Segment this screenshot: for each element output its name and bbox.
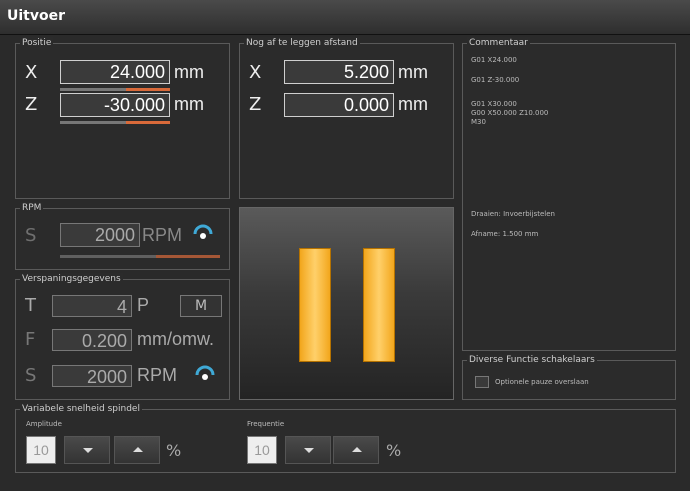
amplitude-unit: % — [166, 441, 182, 460]
comment-info: Draaien: Invoerbijstelen — [471, 210, 555, 218]
chevron-up-icon — [133, 447, 143, 452]
spindle-gauge-icon — [193, 224, 213, 239]
position-x-value: 24.000 — [60, 60, 170, 84]
position-x-axis: X — [25, 62, 38, 83]
position-z-value: -30.000 — [60, 93, 170, 117]
spindle-axis: S — [25, 225, 37, 246]
skip-pause-checkbox[interactable] — [475, 376, 489, 388]
remaining-z-value: 0.000 — [284, 93, 394, 117]
output-window: Uitvoer Positie X 24.000 mm Z -30.000 mm… — [0, 0, 690, 491]
comment-panel-label: Commentaar — [467, 37, 530, 49]
m-button[interactable]: M — [180, 295, 222, 317]
chevron-down-icon — [304, 448, 314, 453]
comment-line: G00 X50.000 Z10.000 — [471, 109, 549, 117]
amplitude-increase-button[interactable] — [114, 436, 160, 464]
comment-line: G01 X30.000 — [471, 100, 517, 108]
comment-line: G01 Z-30.000 — [471, 76, 520, 84]
spindle-panel: RPM S 2000 RPM — [15, 202, 230, 270]
variable-spindle-label: Variabele snelheid spindel — [20, 403, 142, 415]
remaining-z-axis: Z — [249, 94, 262, 115]
machining-data-panel: Verspaningsgegevens T 4 P M F 0.200 mm/o… — [15, 273, 230, 400]
spindle-bar — [60, 255, 220, 258]
speed-value: 2000 — [52, 365, 132, 387]
comment-line: G01 X24.000 — [471, 56, 517, 64]
position-z-unit: mm — [174, 94, 204, 114]
tool-unit: P — [137, 295, 150, 315]
chevron-down-icon — [83, 448, 93, 453]
frequency-increase-button[interactable] — [333, 436, 379, 464]
remaining-x-axis: X — [249, 62, 262, 83]
remaining-panel-label: Nog af te leggen afstand — [244, 37, 360, 49]
title-bar: Uitvoer — [0, 0, 690, 35]
pause-button[interactable] — [239, 207, 454, 400]
window-title: Uitvoer — [7, 8, 66, 24]
remaining-x-unit: mm — [398, 62, 428, 82]
pause-icon-bar-right — [363, 248, 395, 362]
feed-value: 0.200 — [52, 329, 132, 351]
position-panel: Positie X 24.000 mm Z -30.000 mm — [15, 37, 230, 199]
position-x-unit: mm — [174, 62, 204, 82]
frequency-value[interactable]: 10 — [247, 436, 277, 464]
remaining-x-value: 5.200 — [284, 60, 394, 84]
chevron-up-icon — [352, 447, 362, 452]
position-x-bar — [60, 88, 170, 91]
spindle-unit: RPM — [142, 225, 182, 245]
remaining-distance-panel: Nog af te leggen afstand X 5.200 mm Z 0.… — [239, 37, 454, 199]
comment-info: Afname: 1.500 mm — [471, 230, 539, 238]
pause-icon-bar-left — [299, 248, 331, 362]
skip-pause-label: Optionele pauze overslaan — [495, 378, 589, 386]
frequency-label: Frequentie — [247, 420, 285, 428]
tool-axis: T — [25, 295, 36, 316]
feed-unit: mm/omw. — [137, 329, 215, 349]
amplitude-label: Amplitude — [26, 420, 62, 428]
amplitude-decrease-button[interactable] — [64, 436, 110, 464]
speed-axis: S — [25, 365, 37, 386]
position-panel-label: Positie — [20, 37, 54, 49]
amplitude-value[interactable]: 10 — [26, 436, 56, 464]
options-panel-label: Diverse Functie schakelaars — [467, 354, 597, 366]
feed-axis: F — [25, 329, 36, 350]
variable-spindle-panel: Variabele snelheid spindel Amplitude 10 … — [15, 403, 676, 473]
tool-value: 4 — [52, 295, 132, 317]
frequency-unit: % — [386, 441, 402, 460]
frequency-decrease-button[interactable] — [285, 436, 331, 464]
remaining-z-unit: mm — [398, 94, 428, 114]
options-panel: Diverse Functie schakelaars Optionele pa… — [462, 354, 676, 400]
position-z-bar — [60, 121, 170, 124]
position-z-axis: Z — [25, 94, 38, 115]
machining-panel-label: Verspaningsgegevens — [20, 273, 123, 285]
comment-panel: Commentaar G01 X24.000 G01 Z-30.000 G01 … — [462, 37, 676, 351]
spindle-panel-label: RPM — [20, 202, 44, 214]
comment-line: M30 — [471, 118, 486, 126]
spindle-value: 2000 — [60, 223, 140, 247]
speed-gauge-icon — [195, 365, 215, 380]
speed-unit: RPM — [137, 365, 177, 385]
